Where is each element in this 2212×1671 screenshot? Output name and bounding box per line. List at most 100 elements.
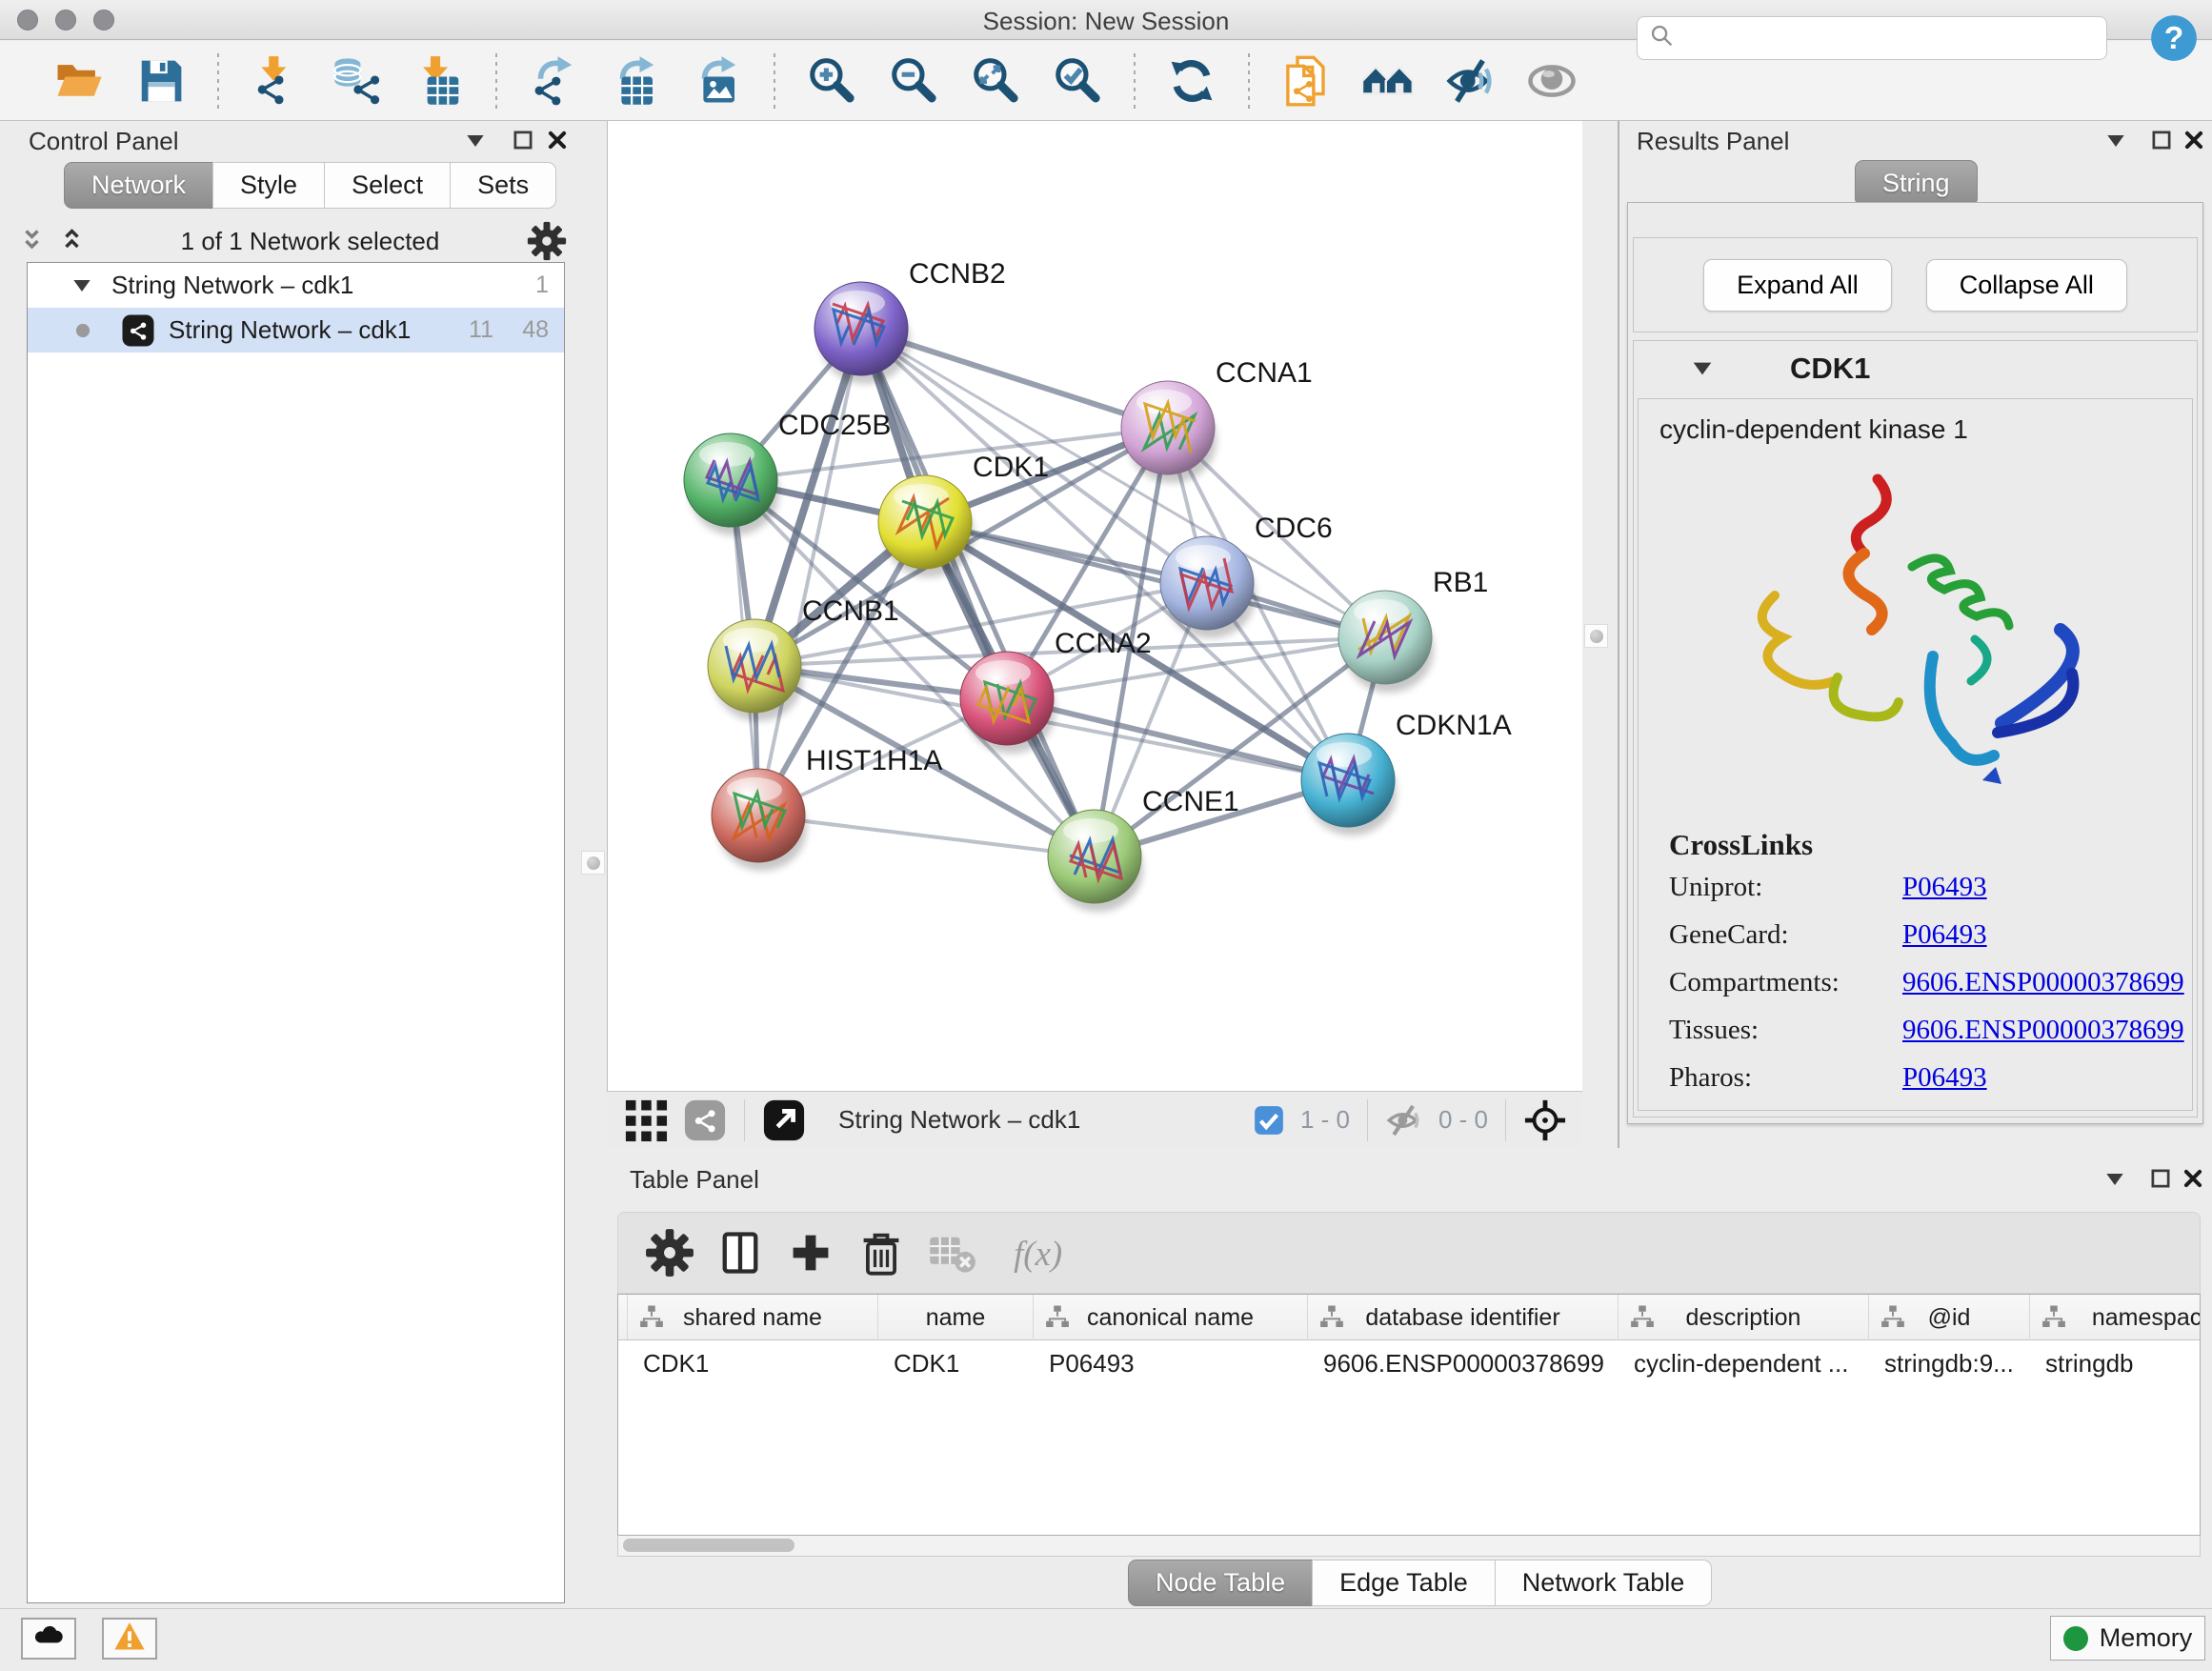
crosslink-link[interactable]: 9606.ENSP00000378699 <box>1902 967 2184 998</box>
collapse-all-icon[interactable] <box>19 224 53 258</box>
network-canvas[interactable]: CCNB2CCNA1CDC25BCDK1CDC6RB1CCNB1CCNA2CDK… <box>607 121 1582 1091</box>
crosslink-label: Pharos: <box>1669 1062 1902 1094</box>
toolbar-separator <box>495 53 497 109</box>
search-input[interactable] <box>1683 24 2095 52</box>
crosslink-link[interactable]: P06493 <box>1902 1062 1987 1094</box>
network-graph[interactable]: CCNB2CCNA1CDC25BCDK1CDC6RB1CCNB1CCNA2CDK… <box>608 121 1583 1091</box>
results-panel-collapse-icon[interactable] <box>2103 129 2128 153</box>
tab-network[interactable]: Network <box>64 162 213 209</box>
scrollbar-thumb[interactable] <box>623 1539 794 1552</box>
help-button[interactable]: ? <box>2149 13 2199 63</box>
collection-expander-icon[interactable] <box>70 273 94 298</box>
import-network-file-icon[interactable] <box>248 53 303 109</box>
table-cell[interactable]: 9606.ENSP00000378699 <box>1308 1340 1619 1385</box>
table-panel-collapse-icon[interactable] <box>2102 1167 2127 1192</box>
control-panel-float-icon[interactable] <box>511 128 535 152</box>
warnings-button[interactable] <box>102 1618 157 1660</box>
table-panel-float-icon[interactable] <box>2148 1166 2173 1191</box>
save-session-icon[interactable] <box>133 53 189 109</box>
column-header-namespace[interactable]: namespace <box>2030 1295 2201 1340</box>
string-labels-off-icon[interactable] <box>1442 53 1498 109</box>
tab-style[interactable]: Style <box>212 162 325 209</box>
network-row[interactable]: String Network – cdk1 11 48 <box>28 308 564 352</box>
string-import-icon[interactable] <box>1278 53 1334 109</box>
search-box[interactable] <box>1637 16 2107 60</box>
column-header-shared-name[interactable]: shared name <box>628 1295 878 1340</box>
selected-checkbox-icon[interactable] <box>1253 1104 1285 1137</box>
node-table[interactable]: shared namenamecanonical namedatabase id… <box>617 1294 2201 1536</box>
column-header-canonical-name[interactable]: canonical name <box>1034 1295 1308 1340</box>
grid-view-icon[interactable] <box>624 1098 668 1142</box>
expand-collapse-bar: Expand All Collapse All <box>1633 237 2198 332</box>
delete-column-icon[interactable] <box>856 1228 906 1278</box>
right-splitter-handle[interactable] <box>1584 624 1608 648</box>
export-table-icon[interactable] <box>608 53 663 109</box>
column-header-description[interactable]: description <box>1619 1295 1869 1340</box>
column-header-name[interactable]: name <box>878 1295 1034 1340</box>
table-cell[interactable]: CDK1 <box>628 1340 878 1385</box>
open-session-icon[interactable] <box>51 53 107 109</box>
collapse-all-button[interactable]: Collapse All <box>1926 259 2127 312</box>
crosslinks-title: CrossLinks <box>1669 828 2192 862</box>
table-cell[interactable]: stringdb <box>2030 1340 2201 1385</box>
open-in-browser-icon[interactable] <box>762 1098 806 1142</box>
results-panel-float-icon[interactable] <box>2149 128 2174 152</box>
control-panel-close-icon[interactable] <box>545 128 570 152</box>
control-panel-collapse-icon[interactable] <box>463 129 488 153</box>
tab-network-table[interactable]: Network Table <box>1495 1560 1713 1606</box>
zoom-selected-icon[interactable] <box>1050 53 1105 109</box>
birdseye-icon[interactable] <box>1523 1098 1567 1142</box>
refresh-icon[interactable] <box>1164 53 1219 109</box>
tab-node-table[interactable]: Node Table <box>1128 1560 1313 1606</box>
expand-all-icon[interactable] <box>59 224 93 258</box>
string-home-icon[interactable] <box>1360 53 1416 109</box>
import-table-file-icon[interactable] <box>412 53 467 109</box>
hidden-eye-icon <box>1385 1101 1423 1139</box>
add-column-icon[interactable] <box>786 1228 835 1278</box>
table-settings-gear-icon[interactable] <box>645 1228 694 1278</box>
memory-button[interactable]: Memory <box>2050 1616 2205 1661</box>
left-splitter-handle[interactable] <box>581 851 605 875</box>
network-current-dot-icon <box>73 321 92 340</box>
svg-text:CCNB1: CCNB1 <box>802 595 899 627</box>
tab-sets[interactable]: Sets <box>450 162 556 209</box>
table-panel: Table Panel f(x) shared namenamecanonica… <box>607 1148 2212 1608</box>
zoom-fit-icon[interactable] <box>968 53 1023 109</box>
share-network-icon[interactable] <box>683 1098 727 1142</box>
table-cell[interactable]: stringdb:9... <box>1869 1340 2030 1385</box>
table-cell[interactable]: P06493 <box>1034 1340 1308 1385</box>
table-cell[interactable]: cyclin-dependent ... <box>1619 1340 1869 1385</box>
crosslink-link[interactable]: P06493 <box>1902 919 1987 951</box>
cdk1-section-header[interactable]: CDK1 <box>1634 341 2197 396</box>
cloud-status-button[interactable] <box>21 1618 76 1660</box>
protein-description: cyclin-dependent kinase 1 <box>1659 414 2192 445</box>
network-collection-row[interactable]: String Network – cdk1 1 <box>28 263 564 308</box>
table-cell[interactable]: CDK1 <box>878 1340 1034 1385</box>
show-columns-icon[interactable] <box>715 1228 765 1278</box>
zoom-in-icon[interactable] <box>804 53 859 109</box>
column-header-database-identifier[interactable]: database identifier <box>1308 1295 1619 1340</box>
expand-all-button[interactable]: Expand All <box>1703 259 1892 312</box>
zoom-out-icon[interactable] <box>886 53 941 109</box>
table-horizontal-scrollbar[interactable] <box>617 1536 2201 1557</box>
crosslink-link[interactable]: P06493 <box>1902 872 1987 903</box>
tab-string[interactable]: String <box>1855 160 1978 207</box>
network-options-gear-icon[interactable] <box>527 221 567 261</box>
section-expander-icon[interactable] <box>1689 355 1716 382</box>
column-mapping-icon <box>1879 1303 1907 1332</box>
results-panel-close-icon[interactable] <box>2182 128 2206 152</box>
table-panel-close-icon[interactable] <box>2181 1166 2205 1191</box>
crosslink-label: Tissues: <box>1669 1015 1902 1046</box>
export-network-icon[interactable] <box>526 53 581 109</box>
string-glass-icon[interactable] <box>1524 53 1579 109</box>
import-network-database-icon[interactable] <box>330 53 385 109</box>
status-bar: Memory <box>0 1608 2212 1671</box>
table-row[interactable]: CDK1CDK1P064939606.ENSP00000378699cyclin… <box>618 1340 2200 1385</box>
tab-edge-table[interactable]: Edge Table <box>1312 1560 1496 1606</box>
column-header--id[interactable]: @id <box>1869 1295 2030 1340</box>
section-title: CDK1 <box>1790 352 1870 386</box>
cdk1-details: cyclin-dependent kinase 1 <box>1638 398 2193 1111</box>
export-image-icon[interactable] <box>690 53 745 109</box>
tab-select[interactable]: Select <box>324 162 451 209</box>
crosslink-link[interactable]: 9606.ENSP00000378699 <box>1902 1015 2184 1046</box>
